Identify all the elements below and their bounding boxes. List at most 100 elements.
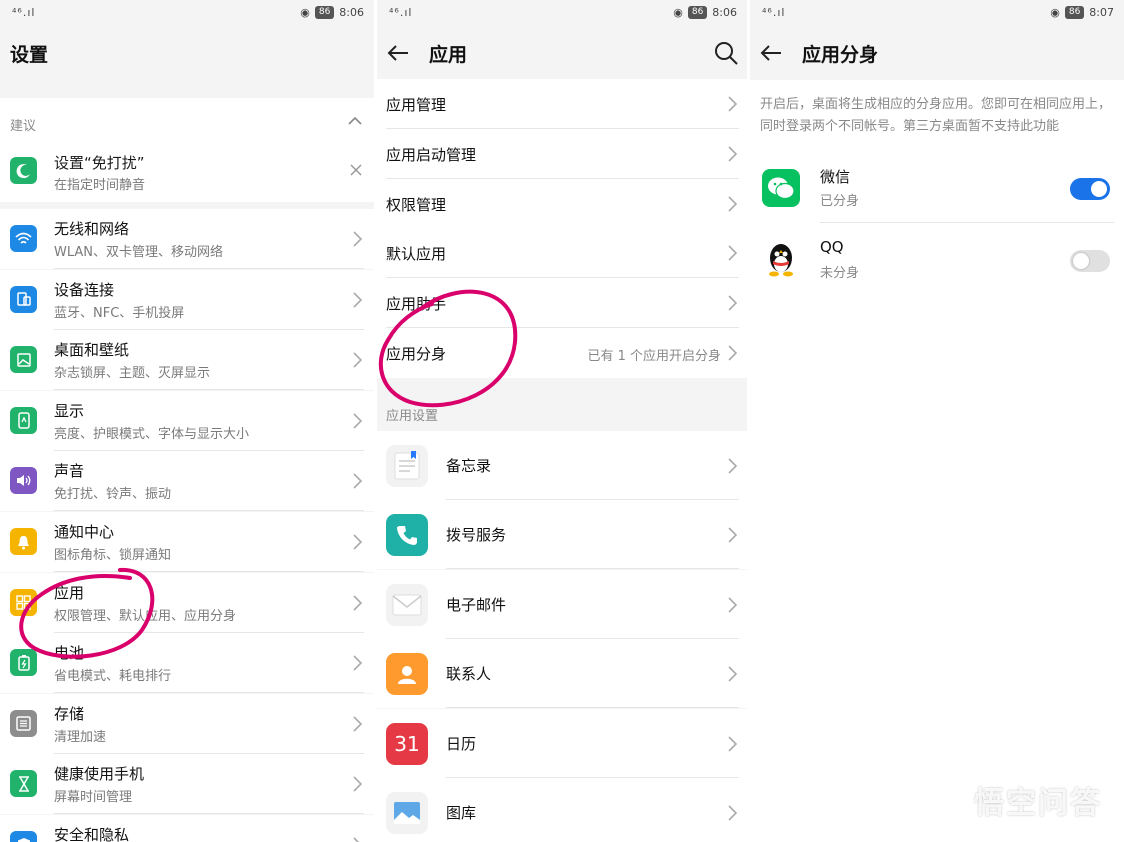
settings-item-5[interactable]: 通知中心图标角标、锁屏通知 xyxy=(0,512,374,572)
app-item-3[interactable]: 联系人 xyxy=(377,639,747,709)
watermark: 悟空问答 xyxy=(974,786,1102,821)
menu-item-label: 应用管理 xyxy=(386,96,447,114)
menu-item-2[interactable]: 权限管理 xyxy=(377,178,747,229)
chevron-right-icon xyxy=(728,146,737,162)
chevron-right-icon xyxy=(728,458,737,474)
settings-item-7[interactable]: 电池省电模式、耗电排行 xyxy=(0,633,374,694)
chevron-right-icon xyxy=(728,597,737,613)
suggestion-label: 建议 xyxy=(10,119,37,134)
item-subtitle: 权限管理、默认应用、应用分身 xyxy=(54,608,237,624)
menu-item-label: 应用启动管理 xyxy=(386,145,477,164)
menu-item-1[interactable]: 应用启动管理 xyxy=(377,128,747,179)
moon-icon xyxy=(10,157,37,184)
app-name: 电子邮件 xyxy=(446,595,507,614)
item-subtitle: 亮度、护眼模式、字体与显示大小 xyxy=(54,426,250,442)
chevron-right-icon xyxy=(728,527,737,543)
item-subtitle: 图标角标、锁屏通知 xyxy=(54,548,172,563)
item-title: 电池 xyxy=(54,644,85,663)
device-connect-icon xyxy=(10,285,37,313)
app-item-4[interactable]: 31 日历 xyxy=(377,708,747,778)
status-bar: ⁴⁶.ıl ◉ 86 8:06 xyxy=(0,0,374,28)
signal-indicator: ⁴⁶.ıl xyxy=(389,6,413,19)
item-title: 通知中心 xyxy=(54,523,115,541)
item-title: 声音 xyxy=(54,462,85,481)
calendar-date: 31 xyxy=(394,731,420,756)
settings-item-0[interactable]: 无线和网络 WLAN、双卡管理、移动网络 xyxy=(0,209,374,269)
chevron-right-icon xyxy=(353,352,362,368)
app-item-0[interactable]: 备忘录 xyxy=(377,431,747,500)
menu-item-3[interactable]: 默认应用 xyxy=(377,228,747,279)
storage-icon xyxy=(10,709,37,737)
status-bar: ⁴⁶.ıl ◉ 86 8:06 xyxy=(377,0,747,28)
page-title: 设置 xyxy=(10,43,49,66)
eye-comfort-icon: ◉ xyxy=(300,6,310,19)
clock: 8:06 xyxy=(712,6,737,19)
app-item-5[interactable]: 图库 xyxy=(377,778,747,842)
twin-toggle[interactable] xyxy=(1070,250,1110,272)
settings-item-8[interactable]: 存储 清理加速 xyxy=(0,693,374,754)
close-icon[interactable] xyxy=(350,164,362,176)
app-bar: 应用 xyxy=(377,28,747,78)
menu-item-label: 权限管理 xyxy=(386,195,447,214)
clock: 8:06 xyxy=(339,6,364,19)
settings-item-2[interactable]: 桌面和壁纸 杂志锁屏、主题、灭屏显示 xyxy=(0,330,374,391)
chevron-right-icon xyxy=(728,736,737,752)
chevron-right-icon xyxy=(353,534,362,550)
wechat-icon xyxy=(762,169,800,207)
settings-panel: ⁴⁶.ıl ◉ 86 8:06 设置 建议 设置“免打扰” 在指定时间静音 无线… xyxy=(0,0,374,842)
item-subtitle: 蓝牙、NFC、手机投屏 xyxy=(54,305,185,321)
settings-item-10[interactable]: 安全和隐私 xyxy=(0,815,374,842)
app-name: 备忘录 xyxy=(446,457,492,475)
twin-toggle[interactable] xyxy=(1070,178,1110,200)
search-icon[interactable] xyxy=(713,40,739,66)
item-title: 显示 xyxy=(54,401,85,420)
item-title: 无线和网络 xyxy=(54,220,130,238)
item-title: 安全和隐私 xyxy=(54,826,130,842)
wallpaper-icon xyxy=(10,346,37,374)
chevron-right-icon xyxy=(728,805,737,821)
eye-comfort-icon: ◉ xyxy=(1050,6,1060,19)
chevron-right-icon xyxy=(353,655,362,671)
item-subtitle: WLAN、双卡管理、移动网络 xyxy=(54,245,224,260)
menu-item-4[interactable]: 应用助手 xyxy=(377,278,747,329)
back-arrow-icon[interactable] xyxy=(758,40,784,66)
menu-item-status: 已有 1 个应用开启分身 xyxy=(587,349,721,364)
bell-icon xyxy=(10,528,37,555)
settings-item-4[interactable]: 声音 免打扰、铃声、振动 xyxy=(0,451,374,512)
chevron-right-icon xyxy=(353,716,362,732)
app-item-2[interactable]: 电子邮件 xyxy=(377,569,747,639)
chevron-right-icon xyxy=(728,666,737,682)
app-name: 拨号服务 xyxy=(446,526,507,545)
app-bar: 应用分身 xyxy=(750,28,1124,78)
app-name: 微信 xyxy=(820,168,851,186)
settings-item-3[interactable]: 显示亮度、护眼模式、字体与显示大小 xyxy=(0,390,374,451)
menu-item-label: 应用助手 xyxy=(386,295,447,314)
settings-item-6[interactable]: 应用 权限管理、默认应用、应用分身 xyxy=(0,572,374,633)
signal-indicator: ⁴⁶.ıl xyxy=(762,6,786,19)
chevron-right-icon xyxy=(728,96,737,112)
chevron-right-icon xyxy=(728,295,737,311)
chevron-right-icon xyxy=(353,292,362,308)
menu-item-label: 默认应用 xyxy=(386,245,447,264)
twin-app-item-0: 微信 已分身 xyxy=(750,153,1124,223)
app-item-1[interactable]: 拨号服务 xyxy=(377,500,747,570)
memo-icon xyxy=(386,445,428,487)
clock: 8:07 xyxy=(1089,6,1114,19)
collapse-icon[interactable] xyxy=(348,116,362,126)
menu-item-5[interactable]: 应用分身 已有 1 个应用开启分身 xyxy=(377,328,747,378)
eye-comfort-icon: ◉ xyxy=(673,6,683,19)
status-bar: ⁴⁶.ıl ◉ 86 8:07 xyxy=(750,0,1124,28)
battery-level: 86 xyxy=(687,6,708,19)
back-arrow-icon[interactable] xyxy=(385,40,411,66)
suggestion-item[interactable]: 设置“免打扰” 在指定时间静音 xyxy=(0,144,374,202)
settings-item-1[interactable]: 设备连接 蓝牙、NFC、手机投屏 xyxy=(0,269,374,330)
app-name: QQ xyxy=(820,238,844,256)
display-icon xyxy=(10,406,37,434)
settings-item-9[interactable]: 健康使用手机 屏幕时间管理 xyxy=(0,754,374,815)
menu-item-0[interactable]: 应用管理 xyxy=(377,79,747,129)
item-title: 桌面和壁纸 xyxy=(54,341,130,360)
chevron-right-icon xyxy=(728,245,737,261)
menu-item-label: 应用分身 xyxy=(386,345,447,363)
app-twin-panel: ⁴⁶.ıl ◉ 86 8:07 应用分身 开启后，桌面将生成相应的分身应用。您即… xyxy=(750,0,1124,842)
item-subtitle: 省电模式、耗电排行 xyxy=(54,669,172,685)
